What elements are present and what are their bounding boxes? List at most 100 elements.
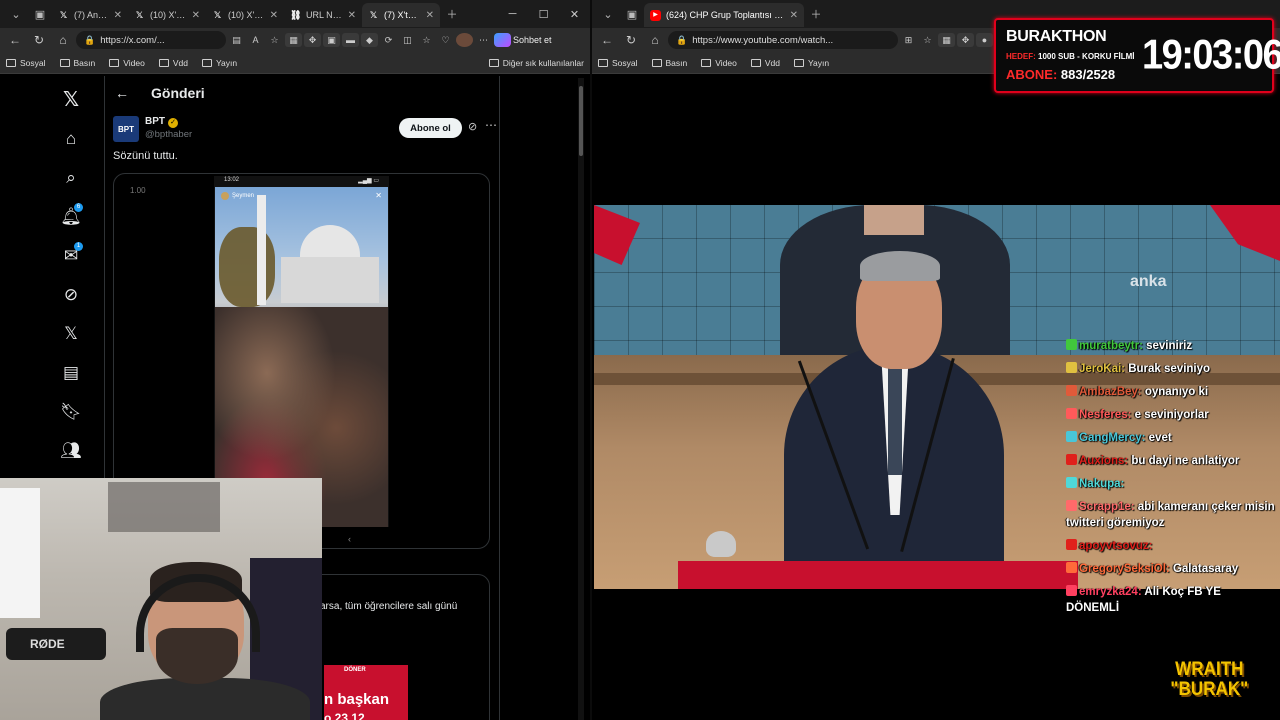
grok-icon[interactable]: ⊘ [468,120,477,133]
close-tab-icon[interactable]: ✕ [192,10,200,21]
favorite-star-icon[interactable]: ☆ [919,33,936,47]
copilot-icon[interactable] [494,33,511,47]
extension-icon[interactable]: ▦ [285,33,302,47]
extension-icon[interactable]: ▦ [938,33,955,47]
close-tab-icon[interactable]: ✕ [114,10,122,21]
extension-icon[interactable]: ✥ [304,33,321,47]
bookmark-folder[interactable]: Sosyal [598,58,638,68]
other-bookmarks-folder[interactable]: Diğer sık kullanılanlar [488,58,584,68]
search-icon[interactable]: ⌕ [48,158,94,197]
x-premium-icon[interactable]: 𝕏 [48,314,94,353]
workspaces-icon[interactable]: ▣ [620,2,644,26]
home-icon[interactable]: ⌂ [52,33,74,47]
lists-icon[interactable]: ▤ [48,353,94,392]
chevron-left-icon[interactable]: ‹ [348,534,351,544]
address-bar[interactable]: 🔒 https://www.youtube.com/watch... [668,31,898,49]
chat-badge-icon [1066,477,1077,488]
browser-tab-active[interactable]: 𝕏 (7) X'te BPT ✕ [362,3,440,27]
bookmark-folder[interactable]: Video [109,58,145,68]
browser-tab[interactable]: 𝕏 (10) X'te ib ✕ [128,3,206,27]
subscribe-button[interactable]: Abone ol [399,118,462,138]
extension-icon[interactable]: ◆ [361,33,378,47]
home-icon[interactable]: ⌂ [644,33,666,47]
workspaces-icon[interactable]: ▣ [28,2,52,26]
close-tab-icon[interactable]: ✕ [348,10,356,21]
minimize-icon[interactable]: ─ [497,8,528,21]
back-icon[interactable]: ← [4,33,26,47]
close-tab-icon[interactable]: ✕ [426,10,434,21]
chat-text: oynanıyo ki [1141,386,1209,398]
bookmark-folder[interactable]: Vdd [750,58,780,68]
reader-icon[interactable]: ▤ [228,33,245,47]
extension-icon[interactable]: ✥ [957,33,974,47]
chat-message: Auxions: bu dayi ne anlatiyor [1066,453,1276,469]
more-options-icon[interactable]: ⋯ [485,118,497,132]
post-text: Sözünü tuttu. [113,150,178,162]
tab-actions-icon[interactable]: ⌄ [4,2,28,26]
scrollbar[interactable] [578,78,584,720]
extension-icon[interactable]: ▬ [342,33,359,47]
extension-icon[interactable]: ● [976,33,993,47]
bookmark-folder[interactable]: Yayın [201,58,237,68]
chat-text: e seviniyorlar [1131,409,1209,421]
refresh-icon[interactable]: ↻ [620,33,642,47]
communities-icon[interactable]: 👥︎ [48,431,94,470]
tab-actions-icon[interactable]: ⌄ [596,2,620,26]
bookmark-folder[interactable]: Basın [59,58,95,68]
browser-tab[interactable]: 𝕏 (7) Anasayfa ✕ [52,3,128,27]
collections-icon[interactable]: ♡ [437,33,454,47]
chat-text: evet [1145,432,1172,444]
scrollbar-thumb[interactable] [579,86,583,156]
grok-icon[interactable]: ⊘ [48,275,94,314]
overlay-title: BURAKTHON [1006,28,1107,45]
overlay-goal: HEDEF: 1000 SUB - KORKU FİLMİ [1006,52,1134,61]
bookmark-folder[interactable]: Sosyal [6,58,46,68]
new-tab-icon[interactable]: ＋ [804,2,828,26]
chat-username: Nakupa: [1079,478,1125,490]
back-icon[interactable]: ← [596,33,618,47]
bookmark-folder[interactable]: Vdd [158,58,188,68]
home-icon[interactable]: ⌂ [48,119,94,158]
bookmarks-icon[interactable]: 🔖︎ [48,392,94,431]
maximize-icon[interactable]: ☐ [528,8,559,21]
split-screen-icon[interactable]: ◫ [399,33,416,47]
address-bar[interactable]: 🔒 https://x.com/... [76,31,226,49]
extensions-icon[interactable]: ⟳ [380,33,397,47]
close-tab-icon[interactable]: ✕ [270,10,278,21]
extension-icon[interactable]: ▣ [323,33,340,47]
phone-status-bar: 13:02 ▂▄▆ ▭ [214,176,389,187]
chat-message: emryzka24: Ali Koç FB YE DÖNEMLİ [1066,584,1276,616]
next-post-text: arsa, tüm öğrencilere salı günü [320,601,458,612]
profile-avatar-icon[interactable] [456,33,473,47]
author-name[interactable]: BPT ✓ [145,116,178,128]
browser-tab[interactable]: ⛓ URL Ninja ✕ [284,3,362,27]
app-available-icon[interactable]: ⊞ [900,33,917,47]
chat-text: seviniriz [1142,340,1193,352]
author-handle[interactable]: @bpthaber [145,129,192,140]
refresh-icon[interactable]: ↻ [28,33,50,47]
read-aloud-icon[interactable]: A [247,33,264,47]
lock-icon: 🔒 [84,34,96,45]
author-avatar[interactable]: BPT [113,116,139,142]
news-image[interactable]: DÖNER n başkan o 23.12 [324,665,408,720]
close-window-icon[interactable]: ✕ [559,8,590,21]
bookmark-folder[interactable]: Video [701,58,737,68]
back-arrow-icon[interactable]: ← [115,85,129,101]
messages-envelope-icon[interactable]: ✉ 1 [48,236,94,275]
bookmark-folder[interactable]: Basın [651,58,687,68]
chat-message: GangMercy: evet [1066,430,1276,446]
background-person-head-shape [864,205,924,235]
notifications-bell-icon[interactable]: 🔔︎ 6 [48,197,94,236]
news-card-title: n başkan [324,691,390,708]
browser-tab-active[interactable]: ▶ (624) CHP Grup Toplantısı / Ti ✕ [644,3,804,27]
bookmark-folder[interactable]: Yayın [793,58,829,68]
copilot-chat-button[interactable]: Sohbet et [513,35,552,45]
browser-tab[interactable]: 𝕏 (10) X'te W ✕ [206,3,284,27]
new-tab-icon[interactable]: ＋ [440,2,464,26]
close-tab-icon[interactable]: ✕ [790,10,798,21]
favorite-star-icon[interactable]: ☆ [266,33,283,47]
x-logo-icon[interactable]: 𝕏 [48,80,94,119]
favorites-icon[interactable]: ☆ [418,33,435,47]
more-menu-icon[interactable]: ⋯ [475,33,492,47]
youtube-icon: ▶ [650,9,661,21]
